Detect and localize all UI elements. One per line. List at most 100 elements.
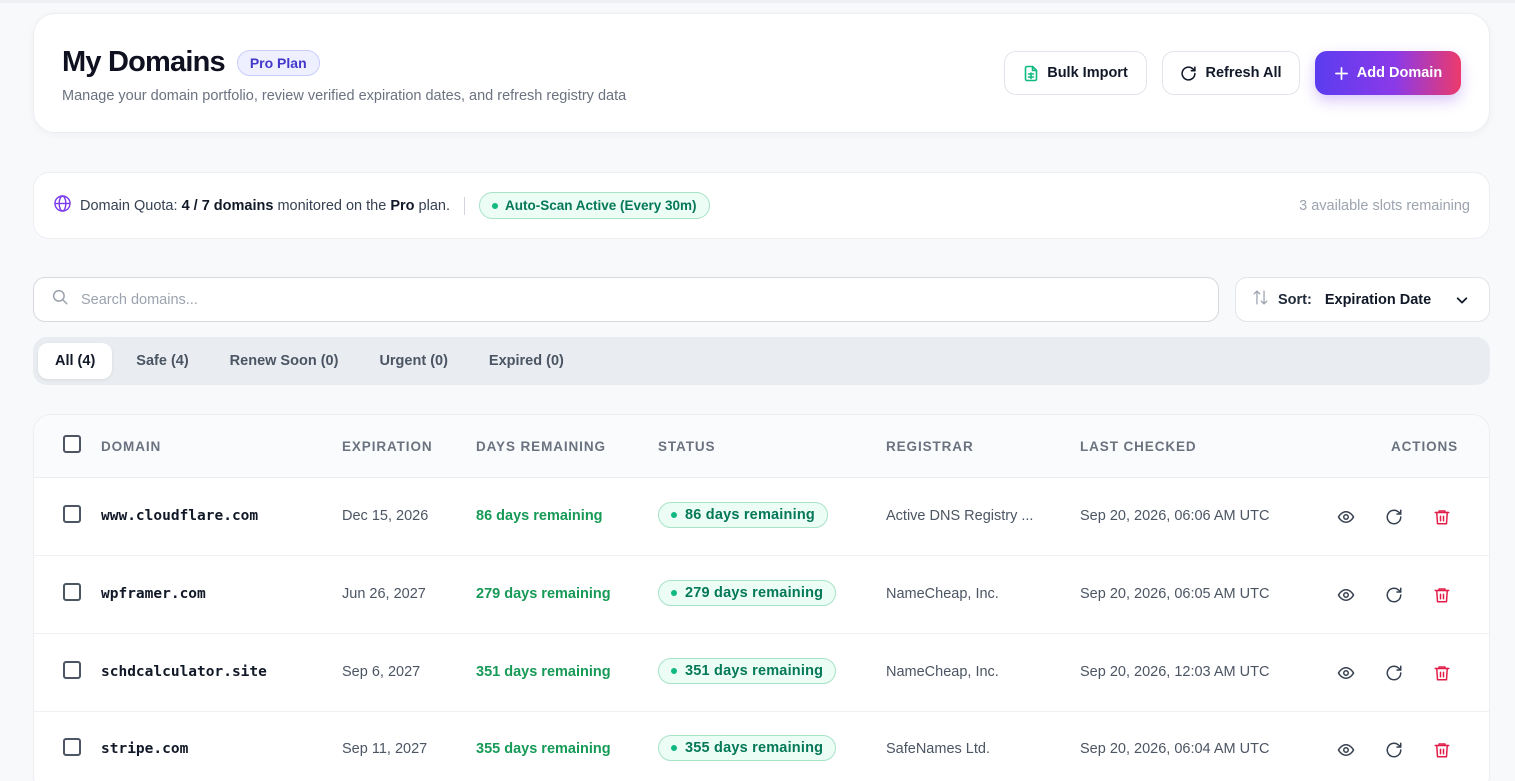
column-status[interactable]: STATUS — [658, 439, 715, 454]
plus-icon — [1334, 66, 1349, 81]
title-row: My Domains Pro Plan — [62, 46, 320, 79]
table-header: DOMAIN EXPIRATION DAYS REMAINING STATUS … — [34, 415, 1489, 478]
table-row: schdcalculator.site Sep 6, 2027 351 days… — [34, 634, 1489, 712]
refresh-icon — [1180, 65, 1197, 82]
status-dot-icon — [671, 745, 677, 751]
status-dot-icon — [671, 590, 677, 596]
quota-plan: Pro — [390, 197, 415, 214]
refresh-all-label: Refresh All — [1205, 65, 1282, 81]
domains-table: DOMAIN EXPIRATION DAYS REMAINING STATUS … — [33, 414, 1490, 781]
column-expiration[interactable]: EXPIRATION — [342, 439, 433, 454]
tab-renew-soon[interactable]: Renew Soon (0) — [213, 343, 356, 379]
trash-icon[interactable] — [1433, 508, 1451, 526]
quota-bar: Domain Quota: 4 / 7 domains monitored on… — [33, 172, 1490, 239]
domain-name[interactable]: www.cloudflare.com — [101, 508, 258, 524]
status-dot-icon — [671, 512, 677, 518]
domain-name[interactable]: wpframer.com — [101, 586, 206, 602]
column-actions: ACTIONS — [1391, 439, 1459, 454]
tab-expired[interactable]: Expired (0) — [472, 343, 581, 379]
search-icon — [51, 288, 69, 311]
trash-icon[interactable] — [1433, 664, 1451, 682]
last-checked: Sep 20, 2026, 12:03 AM UTC — [1080, 664, 1270, 680]
quota-suffix: plan. — [418, 197, 450, 214]
registrar: NameCheap, Inc. — [886, 586, 999, 602]
eye-icon[interactable] — [1337, 508, 1355, 526]
trash-icon[interactable] — [1433, 586, 1451, 604]
tab-all[interactable]: All (4) — [38, 343, 113, 379]
quota-text: Domain Quota: 4 / 7 domains monitored on… — [80, 198, 450, 214]
eye-icon[interactable] — [1337, 664, 1355, 682]
registrar: Active DNS Registry ... — [886, 508, 1034, 524]
add-domain-button[interactable]: Add Domain — [1315, 51, 1461, 95]
column-days-remaining[interactable]: DAYS REMAINING — [476, 439, 606, 454]
refresh-icon[interactable] — [1385, 741, 1403, 759]
slots-remaining: 3 available slots remaining — [1299, 197, 1470, 214]
expiration-date: Jun 26, 2027 — [342, 586, 426, 602]
quota-divider — [463, 196, 465, 215]
column-last-checked[interactable]: LAST CHECKED — [1080, 439, 1197, 454]
refresh-icon[interactable] — [1385, 664, 1403, 682]
status-label: 279 days remaining — [685, 585, 824, 601]
eye-icon[interactable] — [1337, 741, 1355, 759]
file-spreadsheet-icon — [1023, 65, 1039, 82]
auto-scan-badge: Auto-Scan Active (Every 30m) — [478, 192, 710, 219]
domain-name[interactable]: schdcalculator.site — [101, 664, 267, 680]
search-input[interactable] — [81, 291, 1161, 308]
table-row: stripe.com Sep 11, 2027 355 days remaini… — [34, 712, 1489, 781]
days-remaining: 86 days remaining — [476, 508, 603, 524]
filter-tabs: All (4) Safe (4) Renew Soon (0) Urgent (… — [33, 337, 1490, 385]
row-checkbox[interactable] — [63, 505, 81, 523]
domain-name[interactable]: stripe.com — [101, 741, 188, 757]
top-border — [0, 0, 1515, 3]
quota-count: 4 / 7 domains — [181, 197, 274, 214]
sort-label: Sort: — [1278, 291, 1312, 308]
status-label: 355 days remaining — [685, 740, 824, 756]
eye-icon[interactable] — [1337, 586, 1355, 604]
tab-safe[interactable]: Safe (4) — [119, 343, 205, 379]
trash-icon[interactable] — [1433, 741, 1451, 759]
column-domain[interactable]: DOMAIN — [101, 439, 161, 454]
row-checkbox[interactable] — [63, 738, 81, 756]
refresh-icon[interactable] — [1385, 586, 1403, 604]
refresh-icon[interactable] — [1385, 508, 1403, 526]
page-subtitle: Manage your domain portfolio, review ver… — [62, 88, 627, 104]
status-badge: 279 days remaining — [658, 580, 837, 606]
search-bar[interactable] — [33, 277, 1219, 322]
header-actions: Bulk Import Refresh All Add Domain — [1004, 51, 1461, 95]
column-registrar[interactable]: REGISTRAR — [886, 439, 974, 454]
row-checkbox[interactable] — [63, 583, 81, 601]
last-checked: Sep 20, 2026, 06:06 AM UTC — [1080, 508, 1270, 524]
days-remaining: 351 days remaining — [476, 664, 611, 680]
expiration-date: Dec 15, 2026 — [342, 508, 429, 524]
sort-dropdown[interactable]: Sort: Expiration Date — [1235, 277, 1490, 322]
registrar: NameCheap, Inc. — [886, 664, 999, 680]
globe-icon — [53, 194, 72, 218]
status-dot-icon — [491, 202, 498, 209]
refresh-all-button[interactable]: Refresh All — [1162, 51, 1300, 95]
auto-scan-label: Auto-Scan Active (Every 30m) — [504, 198, 697, 213]
page-title: My Domains — [62, 46, 226, 78]
row-checkbox[interactable] — [63, 661, 81, 679]
table-row: wpframer.com Jun 26, 2027 279 days remai… — [34, 556, 1489, 634]
days-remaining: 279 days remaining — [476, 586, 611, 602]
last-checked: Sep 20, 2026, 06:04 AM UTC — [1080, 741, 1270, 757]
expiration-date: Sep 6, 2027 — [342, 664, 421, 680]
select-all-checkbox[interactable] — [63, 435, 81, 453]
status-dot-icon — [671, 668, 677, 674]
sort-value: Expiration Date — [1324, 291, 1432, 308]
page-header: My Domains Pro Plan Manage your domain p… — [33, 13, 1490, 133]
quota-middle: monitored on the — [277, 197, 387, 214]
status-badge: 351 days remaining — [658, 658, 837, 684]
quota-prefix: Domain Quota: — [80, 197, 178, 214]
status-label: 86 days remaining — [685, 507, 815, 523]
status-badge: 86 days remaining — [658, 502, 828, 528]
tab-urgent[interactable]: Urgent (0) — [362, 343, 464, 379]
days-remaining: 355 days remaining — [476, 741, 611, 757]
expiration-date: Sep 11, 2027 — [342, 741, 428, 757]
chevron-down-icon — [1455, 293, 1469, 312]
status-badge: 355 days remaining — [658, 735, 837, 761]
last-checked: Sep 20, 2026, 06:05 AM UTC — [1080, 586, 1270, 602]
bulk-import-button[interactable]: Bulk Import — [1004, 51, 1147, 95]
bulk-import-label: Bulk Import — [1047, 65, 1128, 81]
plan-badge: Pro Plan — [236, 49, 320, 76]
